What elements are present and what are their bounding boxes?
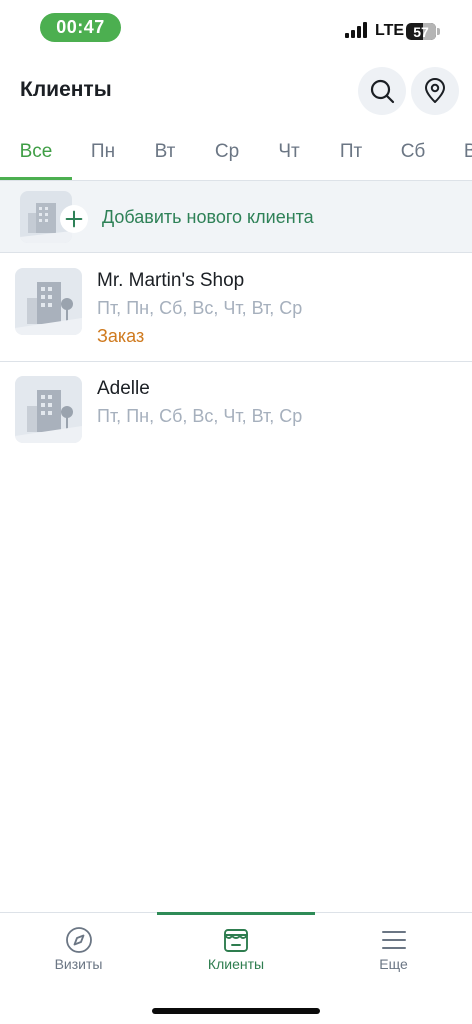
page-title: Клиенты [20,78,112,101]
home-indicator [152,1008,320,1014]
add-client-button[interactable]: Добавить нового клиента [0,181,472,253]
map-pin-icon [425,78,445,103]
nav-visits-label: Визиты [54,956,103,972]
nav-more-label: Еще [379,956,408,972]
building-icon [15,282,82,335]
store-icon [224,929,248,952]
network-label: LTE [375,22,405,39]
nav-clients[interactable]: Клиенты [157,913,315,983]
location-button[interactable] [411,67,459,115]
signal-icon [345,22,369,38]
tab-saturday[interactable]: Сб [382,124,444,180]
client-name: Adelle [97,378,150,399]
nav-clients-label: Клиенты [207,956,265,972]
nav-more[interactable]: Еще [315,913,472,983]
client-name: Mr. Martin's Shop [97,270,245,291]
client-visit-days: Пт, Пн, Сб, Вс, Чт, Вт, Ср [97,298,303,318]
client-visit-days: Пт, Пн, Сб, Вс, Чт, Вт, Ср [97,406,303,426]
battery-level: 57 [413,23,429,40]
client-status: Заказ [97,326,145,346]
day-tabs: Все Пн Вт Ср Чт Пт Сб Вс [0,124,472,181]
status-bar: 00:47 LTE 57 [0,0,472,56]
battery-tip [437,28,440,35]
client-photo [15,376,82,443]
menu-icon [381,931,406,949]
tab-thursday[interactable]: Чт [258,124,320,180]
add-client-label: Добавить нового клиента [102,207,314,227]
building-icon [15,390,82,443]
status-time: 00:47 [40,13,121,42]
tab-friday[interactable]: Пт [320,124,382,180]
plus-icon [60,205,88,233]
client-photo [15,268,82,335]
tab-tuesday[interactable]: Вт [134,124,196,180]
tab-active-indicator [0,177,72,180]
compass-icon [65,927,92,953]
tab-sunday[interactable]: Вс [444,124,472,180]
tab-monday[interactable]: Пн [72,124,134,180]
search-icon [370,79,395,104]
tab-wednesday[interactable]: Ср [196,124,258,180]
client-list-item[interactable]: Mr. Martin's Shop Пт, Пн, Сб, Вс, Чт, Вт… [0,254,472,362]
search-button[interactable] [358,67,406,115]
client-list-item[interactable]: Adelle Пт, Пн, Сб, Вс, Чт, Вт, Ср [0,362,472,462]
tab-all[interactable]: Все [0,124,72,180]
battery-icon: 57 [406,23,436,40]
nav-visits[interactable]: Визиты [0,913,157,983]
